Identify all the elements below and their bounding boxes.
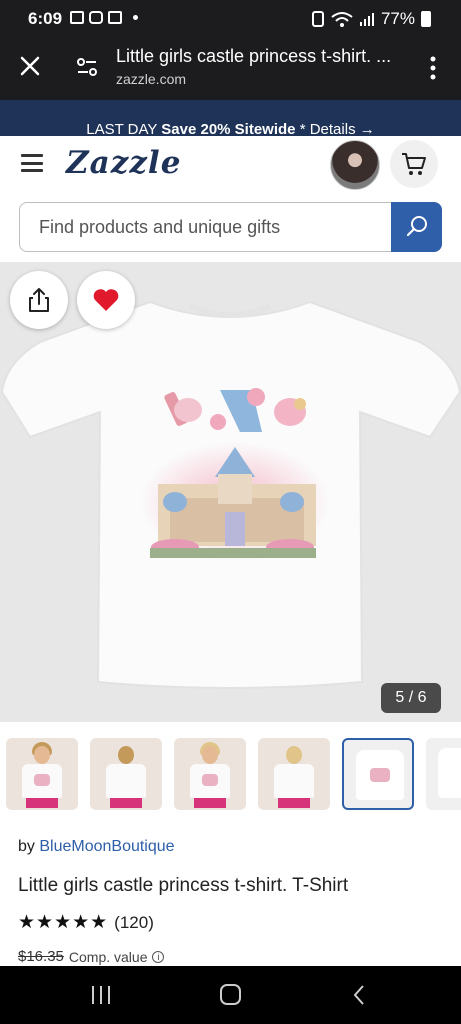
comp-value-label: Comp. value (68, 948, 148, 965)
site-settings-icon[interactable] (76, 56, 98, 78)
status-bar: 6:09 77% (0, 0, 461, 38)
promo-highlight: Save 20% Sitewide (161, 121, 296, 136)
instagram-notification-icon (89, 11, 103, 24)
search-icon (406, 216, 427, 237)
share-icon (29, 288, 49, 312)
saver-icon (311, 11, 324, 27)
review-count: (120) (114, 912, 154, 932)
thumbnail-strip (0, 722, 461, 826)
seller-line: by BlueMoonBoutique (18, 838, 175, 856)
more-notifications-dot-icon (133, 15, 138, 20)
price-row: $16.35 Comp. value i (18, 948, 165, 965)
status-time: 6:09 (28, 9, 63, 28)
search-button[interactable] (391, 202, 442, 252)
avatar[interactable] (330, 140, 380, 190)
home-icon[interactable] (220, 984, 241, 1005)
system-navigation-bar (0, 966, 461, 1024)
tshirt-image (0, 300, 461, 689)
product-details: by BlueMoonBoutique Little girls castle … (0, 826, 461, 966)
custom-tab-toolbar: Little girls castle princess t-shirt. ..… (0, 38, 461, 100)
cart-button[interactable] (390, 140, 438, 188)
promo-prefix: LAST DAY (86, 121, 162, 136)
search-field[interactable] (19, 202, 392, 252)
thumbnail-6[interactable] (426, 738, 461, 810)
site-header: Zazzle (0, 136, 461, 262)
close-icon[interactable] (18, 54, 42, 78)
by-prefix: by (18, 838, 40, 855)
favorite-button[interactable] (77, 271, 135, 329)
page-domain: zazzle.com (116, 71, 187, 87)
thumbnail-3[interactable] (174, 738, 246, 810)
thumbnail-2[interactable] (90, 738, 162, 810)
battery-icon (421, 11, 431, 27)
menu-icon[interactable] (21, 154, 43, 172)
thumbnail-4[interactable] (258, 738, 330, 810)
rating[interactable]: ★★★★★ (120) (18, 911, 154, 934)
product-title: Little girls castle princess t-shirt. T-… (18, 875, 349, 896)
recent-apps-icon[interactable] (92, 986, 112, 1004)
compare-price: $16.35 (18, 948, 64, 965)
wifi-icon (331, 12, 353, 27)
system-status: 77% (311, 9, 431, 29)
product-image[interactable]: 5 / 6 (0, 262, 461, 722)
promo-banner[interactable]: LAST DAY Save 20% Sitewide * Details → (0, 100, 461, 136)
seller-link[interactable]: BlueMoonBoutique (39, 838, 174, 855)
arrow-right-icon: → (359, 121, 375, 136)
thumbnail-5-selected[interactable] (342, 738, 414, 810)
gallery-notification-icon (70, 11, 84, 24)
thumbnail-1[interactable] (6, 738, 78, 810)
info-icon[interactable]: i (152, 950, 165, 963)
promo-asterisk: * (295, 121, 310, 136)
mail-notification-icon (108, 11, 122, 24)
promo-details-link[interactable]: Details (310, 121, 356, 136)
notification-icons (70, 11, 138, 24)
back-icon[interactable] (352, 984, 366, 1006)
image-counter: 5 / 6 (381, 683, 441, 713)
search-input[interactable] (20, 203, 392, 251)
heart-icon (93, 289, 119, 311)
cart-icon (402, 153, 426, 175)
zazzle-logo[interactable]: Zazzle (66, 145, 181, 181)
battery-percent: 77% (380, 9, 415, 28)
signal-icon (359, 13, 374, 26)
more-options-icon[interactable] (428, 55, 438, 81)
page-title: Little girls castle princess t-shirt. ..… (116, 46, 392, 66)
promo-text: LAST DAY Save 20% Sitewide * Details → (0, 121, 461, 136)
share-button[interactable] (10, 271, 68, 329)
star-rating-icon: ★★★★★ (18, 912, 109, 933)
